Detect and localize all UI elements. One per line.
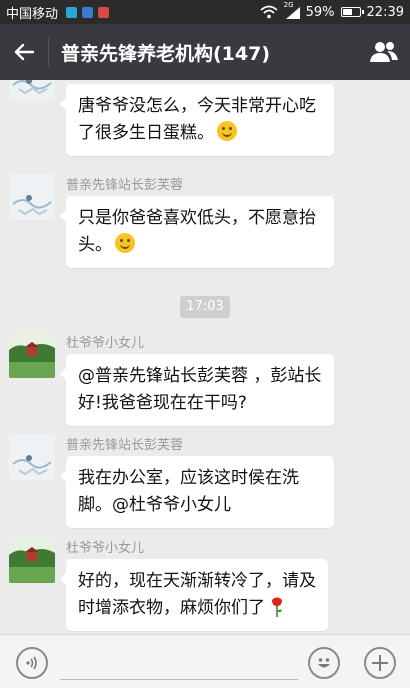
header-divider — [48, 37, 49, 67]
sender-name: 杜爷爷小女儿 — [66, 541, 145, 556]
sender-name: 普亲先锋站长彭芙蓉 — [66, 438, 184, 453]
message-bubble[interactable]: @普亲先锋站长彭芙蓉 ，彭站长好!我爸爸现在在干吗? — [60, 354, 334, 426]
back-button[interactable] — [0, 24, 48, 80]
app-notification-icon — [98, 6, 110, 18]
emoji-button[interactable] — [308, 647, 340, 679]
chat-header: 普亲先锋养老机构(147) — [0, 24, 410, 80]
more-button[interactable] — [364, 647, 396, 679]
message-bubble[interactable]: 好的，现在天渐渐转冷了，请及时增添衣物，麻烦你们了 — [60, 559, 328, 631]
wifi-icon — [260, 5, 278, 19]
message-input[interactable] — [60, 679, 298, 680]
clock: 22:39 — [366, 4, 404, 20]
message-text: 我在办公室，应该这时侯在洗脚。@杜爷爷小女儿 — [78, 468, 299, 515]
avatar[interactable] — [9, 332, 55, 378]
voice-icon — [26, 656, 37, 670]
message-bubble[interactable]: 我在办公室，应该这时侯在洗脚。@杜爷爷小女儿 — [60, 456, 334, 528]
avatar[interactable] — [9, 174, 55, 220]
battery-icon — [340, 7, 364, 17]
message-bubble[interactable]: 唐爷爷没怎么，今天非常开心吃了很多生日蛋糕。 — [60, 84, 334, 156]
garden-avatar-image — [9, 332, 55, 378]
voice-button[interactable] — [16, 647, 48, 679]
message-text: @普亲先锋站长彭芙蓉 ，彭站长好!我爸爸现在在干吗? — [78, 366, 322, 413]
message-text: 唐爷爷没怎么，今天非常开心吃了很多生日蛋糕。 — [78, 96, 316, 143]
sender-name: 普亲先锋站长彭芙蓉 — [66, 178, 184, 193]
status-bar: 中国移动 2G 59% 22:39 — [0, 0, 410, 24]
sender-name: 杜爷爷小女儿 — [66, 336, 145, 351]
smiley-icon — [318, 658, 330, 668]
message-list[interactable]: 唐爷爷没怎么，今天非常开心吃了很多生日蛋糕。 普亲先锋站长彭芙蓉 只是你爸爸喜欢… — [0, 80, 410, 634]
message-bubble[interactable]: 只是你爸爸喜欢低头，不愿意抬头。 — [60, 196, 334, 268]
signal-icon: 2G — [284, 1, 300, 19]
map-avatar-image — [9, 174, 55, 220]
avatar[interactable] — [9, 80, 55, 101]
garden-avatar-image — [9, 537, 55, 583]
battery-percentage: 59% — [305, 4, 335, 20]
rose-emoji-icon — [272, 597, 283, 617]
map-avatar-image — [9, 434, 55, 480]
page-title: 普亲先锋养老机构(147) — [61, 42, 271, 65]
smile-emoji-icon — [217, 121, 237, 141]
map-avatar-image — [9, 80, 55, 101]
message-text: 只是你爸爸喜欢低头，不愿意抬头。 — [78, 208, 316, 255]
input-bar — [0, 634, 410, 688]
carrier-label: 中国移动 — [6, 6, 59, 22]
plus-icon — [372, 655, 388, 671]
people-icon — [370, 42, 398, 62]
smile-emoji-icon — [115, 233, 135, 253]
back-arrow-icon — [14, 43, 34, 61]
time-divider: 17:03 — [180, 296, 230, 318]
message-notification-icon — [66, 6, 78, 18]
avatar[interactable] — [9, 537, 55, 583]
group-info-button[interactable] — [358, 24, 410, 80]
avatar[interactable] — [9, 434, 55, 480]
photo-notification-icon — [82, 6, 94, 18]
